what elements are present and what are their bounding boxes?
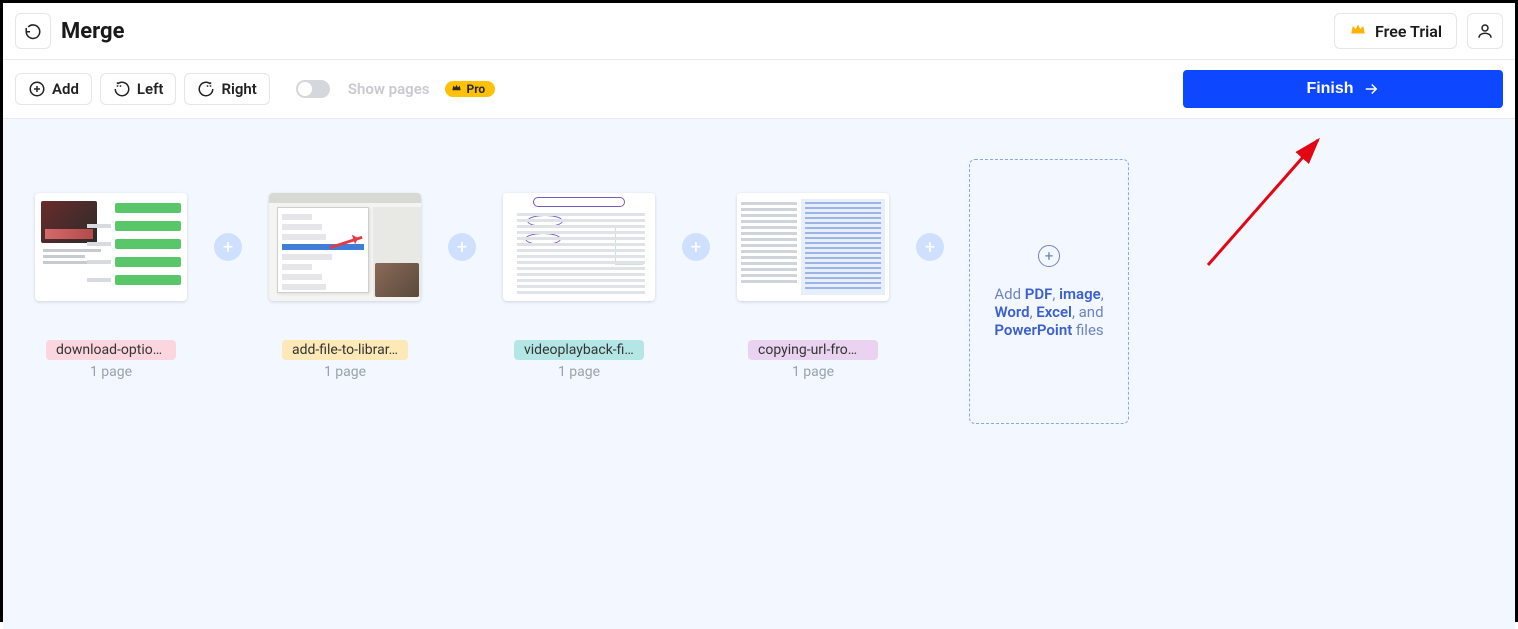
show-pages-label: Show pages: [348, 80, 430, 98]
add-files-dropzone[interactable]: + Add PDF, image, Word, Excel, and Power…: [969, 159, 1129, 424]
crown-icon: [451, 82, 462, 96]
header-bar: Merge Free Trial: [3, 3, 1515, 60]
page-count: 1 page: [792, 364, 834, 380]
rotate-right-icon: [197, 80, 215, 98]
page-count: 1 page: [90, 364, 132, 380]
finish-button[interactable]: Finish: [1183, 70, 1503, 108]
add-label: Add: [52, 80, 79, 98]
left-label: Left: [137, 80, 164, 98]
page-count: 1 page: [324, 364, 366, 380]
toolbar: Add Left Right Show pages Pro Finish: [3, 60, 1515, 119]
file-name: videoplayback-fil…: [514, 340, 644, 360]
pro-label: Pro: [466, 82, 485, 96]
dropzone-text: Add PDF, image, Word, Excel, and PowerPo…: [980, 285, 1118, 339]
file-item[interactable]: add-file-to-librar… 1 page: [267, 159, 423, 380]
rotate-right-button[interactable]: Right: [184, 73, 269, 105]
file-item[interactable]: videoplayback-fil… 1 page: [501, 159, 657, 380]
undo-icon: [24, 22, 42, 40]
crown-icon: [1349, 20, 1367, 42]
thumbnail: [269, 193, 421, 301]
file-name: add-file-to-librar…: [282, 340, 408, 360]
canvas: download-option… 1 page + add-file-to-li…: [3, 119, 1515, 629]
plus-circle-icon: [28, 80, 46, 98]
rotate-left-icon: [113, 80, 131, 98]
thumbnail: [35, 193, 187, 301]
annotation-arrow: [1198, 125, 1348, 275]
pro-badge: Pro: [445, 81, 495, 97]
insert-between[interactable]: +: [189, 159, 267, 335]
plus-outline-icon: +: [1038, 245, 1060, 267]
plus-icon: +: [682, 233, 710, 261]
file-item[interactable]: copying-url-from… 1 page: [735, 159, 891, 380]
insert-between[interactable]: +: [423, 159, 501, 335]
finish-label: Finish: [1306, 80, 1353, 98]
plus-icon: +: [916, 233, 944, 261]
free-trial-button[interactable]: Free Trial: [1334, 13, 1457, 49]
user-button[interactable]: [1467, 13, 1503, 49]
rotate-left-button[interactable]: Left: [100, 73, 177, 105]
insert-between[interactable]: +: [891, 159, 969, 335]
user-icon: [1476, 22, 1494, 40]
file-name: copying-url-from…: [748, 340, 878, 360]
page-title: Merge: [61, 19, 1334, 44]
free-trial-label: Free Trial: [1375, 22, 1442, 41]
right-label: Right: [221, 80, 256, 98]
back-button[interactable]: [15, 13, 51, 49]
add-button[interactable]: Add: [15, 73, 92, 105]
plus-icon: +: [214, 233, 242, 261]
arrow-right-icon: [1362, 80, 1380, 98]
insert-between[interactable]: +: [657, 159, 735, 335]
file-name: download-option…: [46, 340, 176, 360]
show-pages-toggle[interactable]: [296, 80, 330, 98]
plus-icon: +: [448, 233, 476, 261]
page-count: 1 page: [558, 364, 600, 380]
thumbnail: [737, 193, 889, 301]
file-item[interactable]: download-option… 1 page: [33, 159, 189, 380]
thumbnail: [503, 193, 655, 301]
